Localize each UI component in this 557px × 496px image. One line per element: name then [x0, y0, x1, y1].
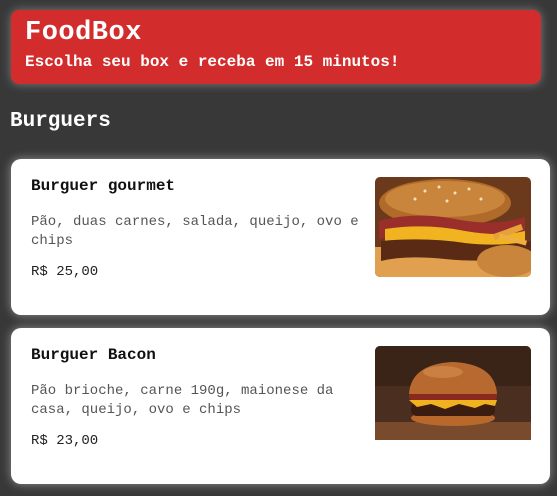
product-card-burguer-gourmet[interactable]: Burguer gourmet Pão, duas carnes, salada… — [11, 159, 550, 315]
app-title: FoodBox — [25, 18, 142, 48]
product-card-burguer-bacon[interactable]: Burguer Bacon Pão brioche, carne 190g, m… — [11, 328, 550, 484]
product-name: Burguer gourmet — [31, 177, 176, 195]
product-price: R$ 25,00 — [31, 264, 99, 280]
app-subtitle: Escolha seu box e receba em 15 minutos! — [25, 53, 400, 71]
product-description: Pão, duas carnes, salada, queijo, ovo e … — [31, 214, 359, 249]
product-price: R$ 23,00 — [31, 433, 99, 449]
burger-bacon-photo[interactable] — [375, 346, 531, 446]
burger-gourmet-photo[interactable] — [375, 177, 531, 277]
section-title: Burguers — [10, 110, 111, 133]
product-description: Pão brioche, carne 190g, maionese da cas… — [31, 383, 334, 418]
product-name: Burguer Bacon — [31, 346, 156, 364]
app-header: FoodBox Escolha seu box e receba em 15 m… — [11, 10, 541, 84]
